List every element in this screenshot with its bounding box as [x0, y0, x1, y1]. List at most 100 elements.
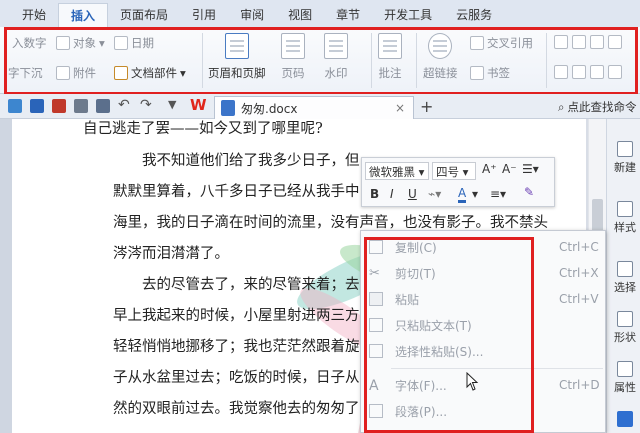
document-line: 子从水盆里过去；吃饭的时候，日子从	[113, 370, 360, 386]
date-button[interactable]: 日期	[114, 35, 154, 51]
command-search[interactable]: ⌕ 点此查找命令	[558, 98, 640, 116]
print-icon[interactable]	[74, 99, 88, 113]
tab-view[interactable]: 视图	[276, 3, 324, 27]
combo-control-icon[interactable]	[554, 65, 568, 79]
attachment-label: 附件	[73, 66, 96, 80]
bookmark-button[interactable]: 书签	[470, 65, 510, 81]
lock-icon[interactable]	[590, 65, 604, 79]
menu-item-shortcut: Ctrl+V	[559, 292, 599, 306]
page-number-label: 页码	[281, 66, 305, 80]
save-icon[interactable]	[30, 99, 44, 113]
font-size-dropdown[interactable]: 四号 ▾	[432, 162, 476, 180]
font-color-icon[interactable]: A	[458, 186, 467, 203]
grow-font-icon[interactable]: A⁺	[482, 162, 497, 176]
tab-references[interactable]: 引用	[180, 3, 228, 27]
font-color-dropdown-icon[interactable]: ▾	[472, 187, 478, 201]
document-line: 海里，我的日子滴在时间的流里，没有声音，也没有影子。我不禁头	[113, 215, 548, 231]
menu-item-label: 字体(F)...	[395, 378, 447, 393]
hyperlink-label: 超链接	[423, 66, 458, 80]
ribbon-separator	[546, 33, 547, 88]
menu-item-copy[interactable]: 复制(C) Ctrl+C	[361, 234, 605, 260]
doc-parts-button[interactable]: 文档部件 ▾	[114, 65, 186, 81]
new-tab-plus-icon[interactable]: +	[420, 97, 433, 116]
export-pdf-icon[interactable]	[52, 99, 66, 113]
hyperlink-button[interactable]: 超链接	[423, 33, 458, 81]
pane-properties-button[interactable]: 属性	[610, 361, 640, 395]
document-line: 早上我起来的时候，小屋里射进两三方	[113, 308, 360, 324]
annotation-button[interactable]: 批注	[378, 33, 402, 81]
watermark-label: 水印	[324, 66, 348, 80]
menu-item-paragraph[interactable]: 段落(P)...	[361, 398, 605, 424]
undo-icon[interactable]: ↶	[118, 97, 130, 113]
textbox-control-icon[interactable]	[554, 35, 568, 49]
font-family-value: 微软雅黑	[369, 165, 415, 179]
annotation-icon	[378, 33, 402, 59]
menu-item-label: 复制(C)	[395, 240, 437, 255]
font-family-dropdown[interactable]: 微软雅黑 ▾	[365, 162, 429, 180]
object-button[interactable]: 对象 ▾	[56, 35, 105, 51]
underline-button[interactable]: U	[408, 187, 417, 201]
menu-item-paste[interactable]: 粘贴 Ctrl+V	[361, 286, 605, 312]
new-file-icon[interactable]	[8, 99, 22, 113]
page-number-button[interactable]: 页码	[281, 33, 305, 81]
tab-cloud[interactable]: 云服务	[444, 3, 504, 27]
settings-control-icon[interactable]	[608, 65, 622, 79]
tab-page-layout[interactable]: 页面布局	[108, 3, 180, 27]
select-icon	[617, 261, 633, 277]
menu-item-font[interactable]: A 字体(F)... Ctrl+D	[361, 372, 605, 398]
paste-special-icon	[369, 344, 383, 358]
pane-style-button[interactable]: 样式	[610, 201, 640, 235]
cross-ref-icon	[470, 36, 484, 50]
bold-button[interactable]: B	[370, 187, 379, 201]
picture-control-icon[interactable]	[608, 35, 622, 49]
dropdown-icon: ▾	[99, 36, 105, 50]
shrink-font-icon[interactable]: A⁻	[502, 162, 517, 176]
ribbon-separator	[202, 33, 203, 88]
tab-section[interactable]: 章节	[324, 3, 372, 27]
object-icon	[56, 36, 70, 50]
document-line: 默默里算着，八千多日子已经从我手中	[113, 184, 360, 200]
print-preview-icon[interactable]	[96, 99, 110, 113]
close-icon[interactable]: ×	[395, 101, 405, 115]
checkbox-control-icon[interactable]	[572, 35, 586, 49]
watermark-button[interactable]: 水印	[324, 33, 348, 81]
menu-item-label: 段落(P)...	[395, 404, 448, 419]
ribbon-separator	[371, 33, 372, 88]
menu-item-cut[interactable]: ✂ 剪切(T) Ctrl+X	[361, 260, 605, 286]
dropdown-icon: ▾	[180, 66, 186, 80]
menu-item-paste-special[interactable]: 选择性粘贴(S)...	[361, 338, 605, 364]
drop-cap-label: 字下沉	[8, 66, 43, 80]
document-tab[interactable]: 匆匆.docx ×	[214, 96, 414, 119]
document-line: 去的尽管去了，来的尽管来着；去	[142, 277, 360, 293]
pane-shape-button[interactable]: 形状	[610, 311, 640, 345]
style-icon	[617, 201, 633, 217]
attachment-button[interactable]: 附件	[56, 65, 96, 81]
align-icon[interactable]: ≡▾	[490, 187, 506, 201]
menu-item-label: 只粘贴文本(T)	[395, 318, 472, 333]
copy-icon	[369, 240, 383, 254]
format-painter-icon[interactable]: ✎	[524, 185, 534, 199]
insert-number-button[interactable]: 入数字	[12, 35, 47, 51]
tab-insert[interactable]: 插入	[58, 3, 109, 27]
customize-dropdown-icon[interactable]: ▼	[168, 98, 176, 111]
line-spacing-icon[interactable]: ☰▾	[522, 162, 539, 176]
highlight-icon[interactable]: ⌁▾	[428, 187, 441, 201]
erase-control-icon[interactable]	[572, 65, 586, 79]
redo-icon[interactable]: ↷	[140, 97, 152, 113]
pane-new-button[interactable]: 新建	[610, 141, 640, 175]
document-line: 轻轻悄悄地挪移了；我也茫茫然跟着旋	[113, 339, 360, 355]
pane-select-button[interactable]: 选择	[610, 261, 640, 295]
shape-icon	[617, 311, 633, 327]
drop-cap-button[interactable]: 字下沉	[8, 65, 43, 81]
tab-review[interactable]: 审阅	[228, 3, 276, 27]
italic-button[interactable]: I	[390, 187, 394, 201]
doc-parts-icon	[114, 66, 128, 80]
pane-more-button[interactable]	[610, 411, 640, 429]
list-control-icon[interactable]	[590, 35, 604, 49]
menu-item-paste-text-only[interactable]: 只粘贴文本(T)	[361, 312, 605, 338]
tab-developer[interactable]: 开发工具	[372, 3, 444, 27]
cross-ref-button[interactable]: 交叉引用	[470, 35, 533, 51]
header-footer-button[interactable]: 页眉和页脚	[208, 33, 266, 81]
tab-home[interactable]: 开始	[10, 3, 58, 27]
wps-logo-icon[interactable]: W	[190, 96, 207, 114]
